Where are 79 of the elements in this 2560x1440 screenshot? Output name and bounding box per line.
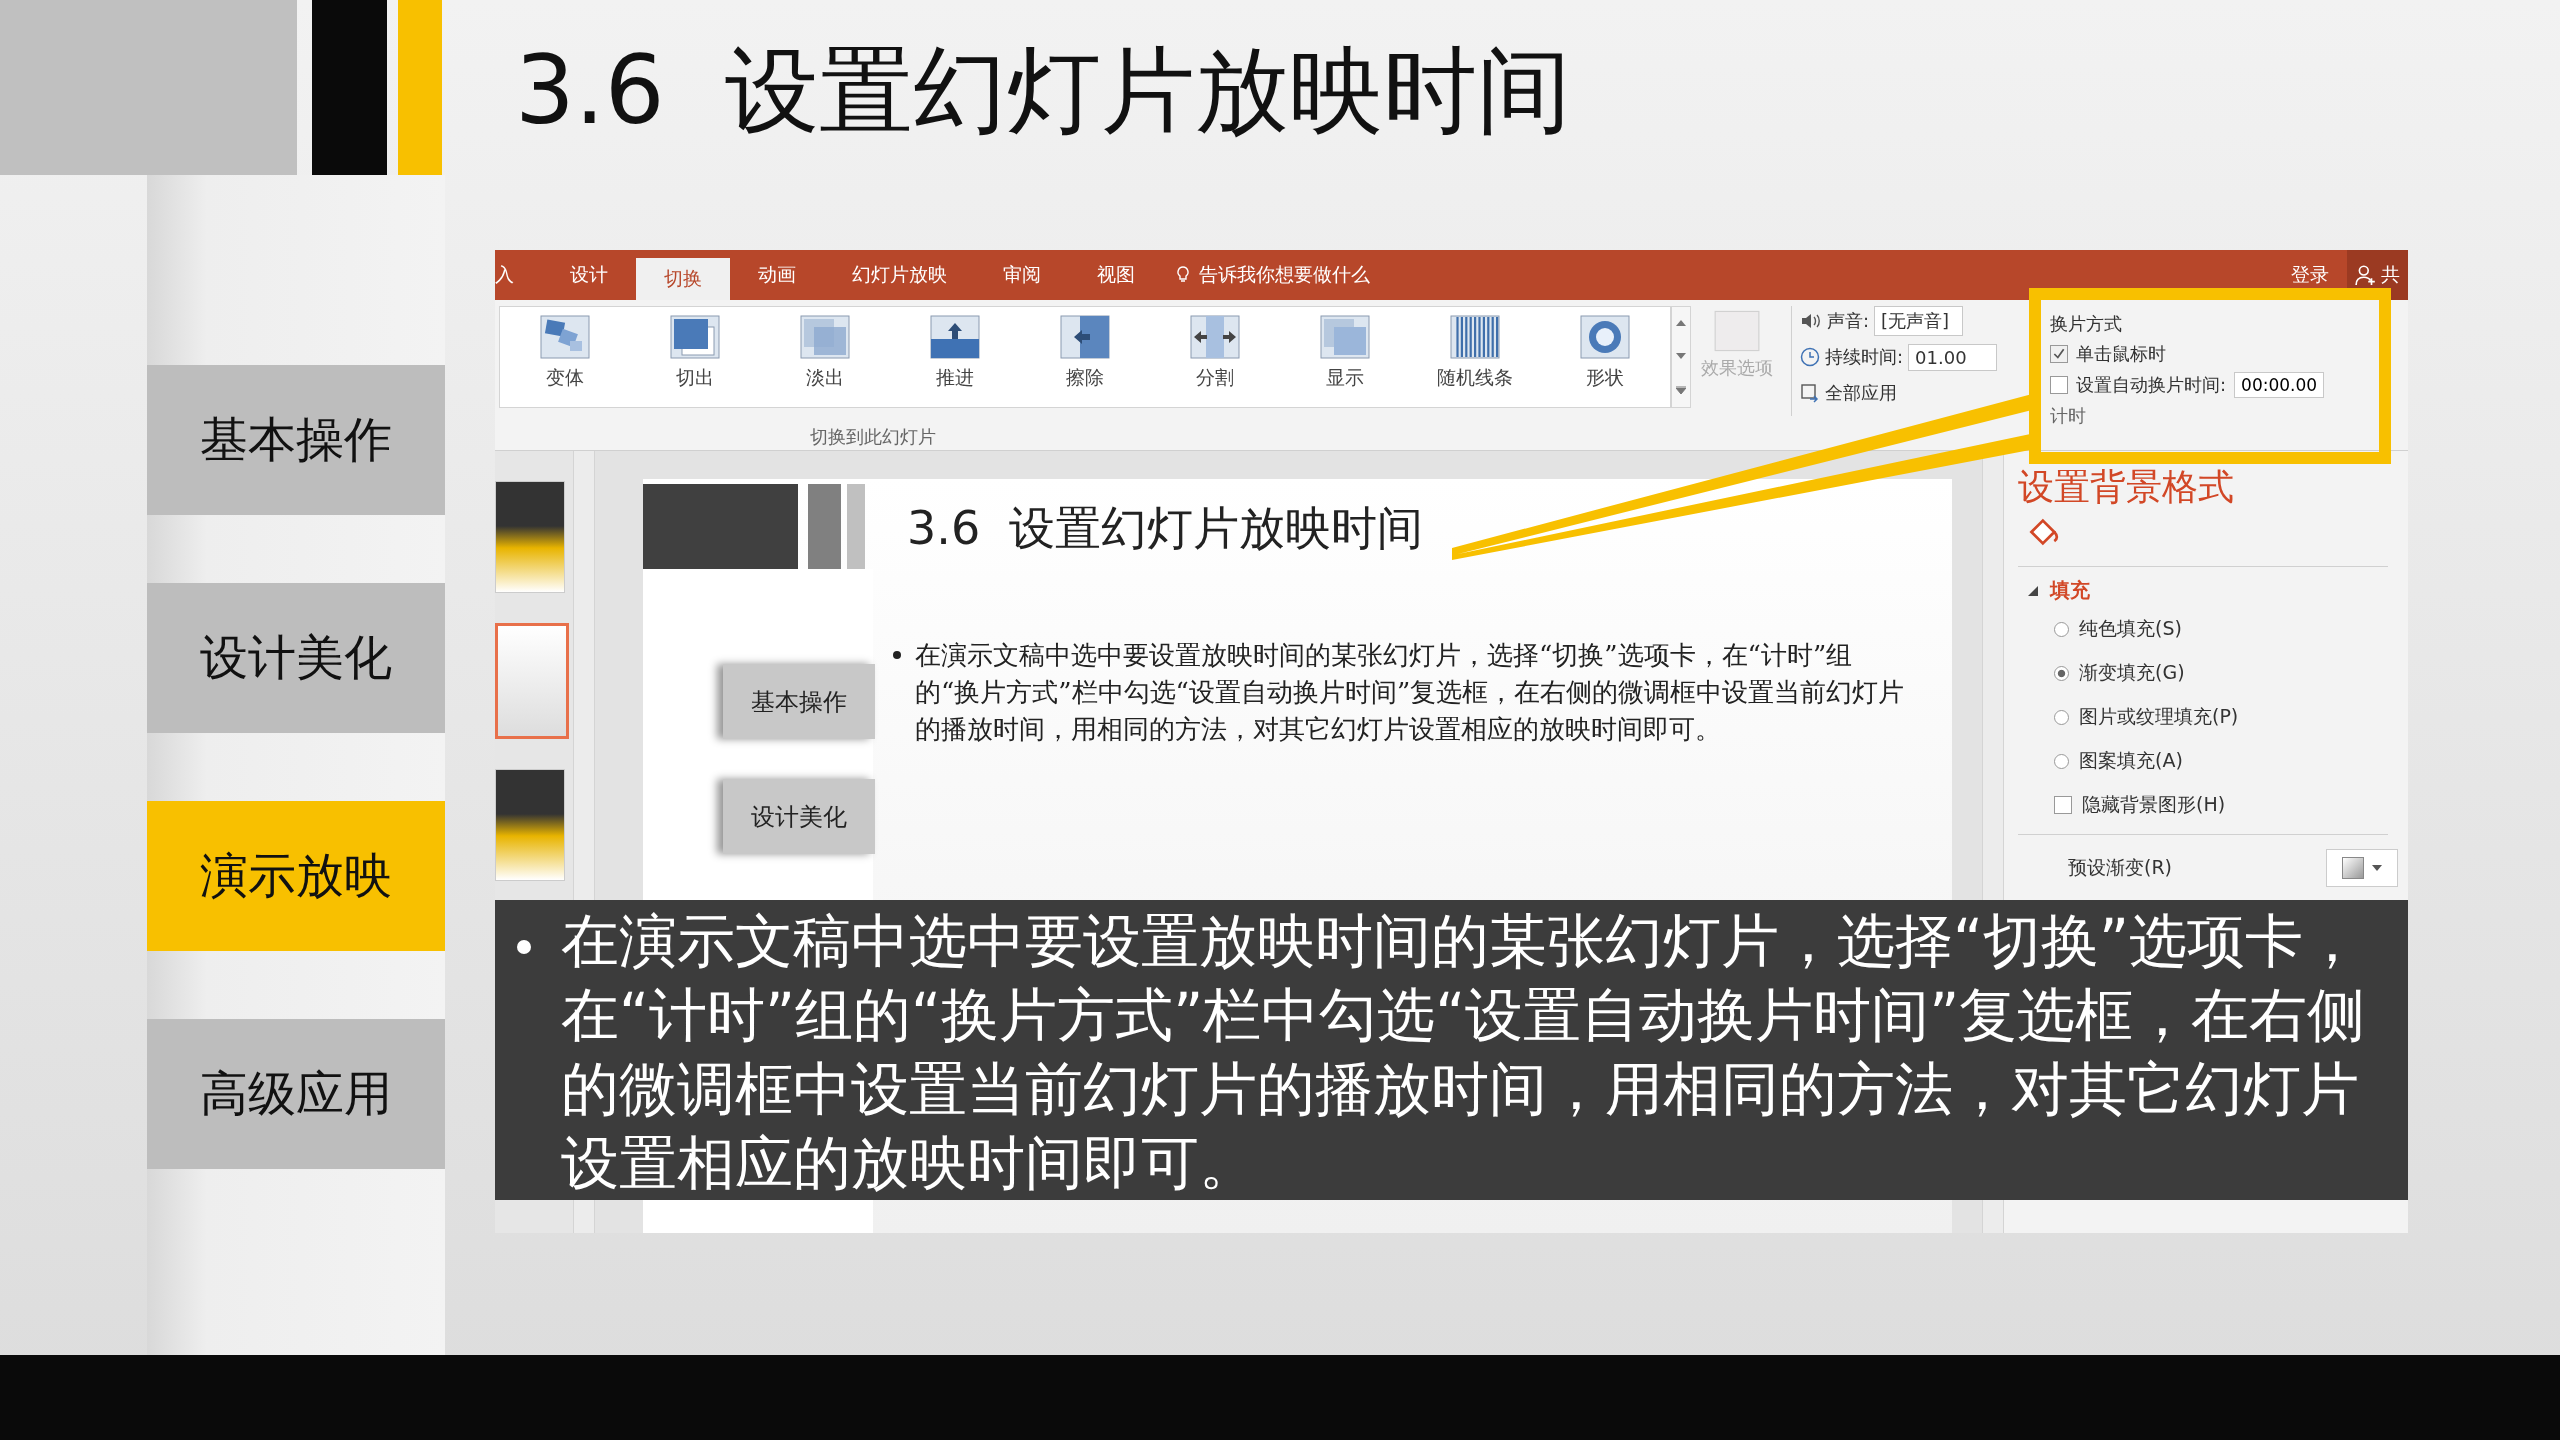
time-spinner[interactable]: 00:00.00 <box>2234 372 2325 398</box>
transition-button[interactable]: 显示 <box>1280 307 1410 407</box>
checkbox-label: 单击鼠标时 <box>2076 342 2166 366</box>
ribbon-tab[interactable]: 幻灯片放映 <box>824 250 975 300</box>
option-label: 隐藏背景图形(H) <box>2082 792 2226 817</box>
caret-icon <box>2372 865 2382 871</box>
ribbon-tab[interactable]: 设计 <box>542 250 636 300</box>
bullet-icon <box>893 651 901 659</box>
speaker-icon <box>1800 311 1822 331</box>
checkbox[interactable] <box>2050 345 2068 363</box>
option-label: 纯色填充(S) <box>2079 616 2182 641</box>
ribbon-tab[interactable]: 视图 <box>1069 250 1163 300</box>
group-label: 计时 <box>2050 404 2087 428</box>
sign-in-link[interactable]: 登录 <box>2291 262 2329 288</box>
duration-spinner[interactable]: 01.00 <box>1908 343 1998 371</box>
transition-button[interactable]: 切出 <box>630 307 760 407</box>
collapse-icon[interactable] <box>2028 585 2038 596</box>
push-transition-icon <box>930 315 980 359</box>
duration-label: 持续时间: <box>1825 345 1904 369</box>
section-heading[interactable]: 填充 <box>2050 577 2090 604</box>
radio-button[interactable] <box>2054 753 2069 769</box>
nav-button[interactable]: 高级应用 <box>147 1019 445 1169</box>
reveal-transition-icon <box>1320 315 1370 359</box>
ribbon-tab[interactable]: 入 <box>495 250 542 300</box>
bars-transition-icon <box>1450 315 1500 359</box>
sound-label: 声音: <box>1827 309 1870 333</box>
nav-button[interactable]: 设计美化 <box>147 583 445 733</box>
bullet-icon <box>517 940 531 954</box>
radio-button[interactable] <box>2054 709 2069 725</box>
nav-button[interactable]: 演示放映 <box>147 801 445 951</box>
checkbox-label: 设置自动换片时间: <box>2076 373 2227 397</box>
ribbon-tab[interactable]: 动画 <box>730 250 824 300</box>
transition-button[interactable]: 淡出 <box>760 307 890 407</box>
gradient-dropdown[interactable] <box>2326 849 2398 887</box>
transition-button[interactable]: 形状 <box>1540 307 1670 407</box>
ribbon-tab[interactable]: 审阅 <box>975 250 1069 300</box>
sound-dropdown[interactable]: [无声音] <box>1874 306 1964 336</box>
nav-button[interactable]: 基本操作 <box>147 365 445 515</box>
option-label: 渐变填充(G) <box>2079 660 2185 685</box>
shape-transition-icon <box>1580 315 1630 359</box>
checkbox[interactable] <box>2054 796 2072 814</box>
transition-button[interactable]: 分割 <box>1150 307 1280 407</box>
transition-button[interactable]: 随机线条 <box>1410 307 1540 407</box>
slide-paragraph: 在演示文稿中选中要设置放映时间的某张幻灯片，选择“切换”选项卡，在“计时”组的“换片方式”栏中勾选“设置自动换片时间”复选框，在右侧的微调框中设置当前幻灯片的播放时间，用相同的方法，对其它幻灯片设置相应的放映时间即可。 <box>915 639 1906 746</box>
wipe-transition-icon <box>1060 315 1110 359</box>
option-label: 预设渐变(R) <box>2068 855 2173 880</box>
transition-button[interactable]: 变体 <box>500 307 630 407</box>
advance-slide-label: 换片方式 <box>2050 312 2123 336</box>
checkbox[interactable] <box>2050 376 2068 394</box>
slide-title: 3.6 设置幻灯片放映时间 <box>907 500 1424 557</box>
fade-transition-icon <box>800 315 850 359</box>
morph-transition-icon <box>540 315 590 359</box>
radio-button[interactable] <box>2054 665 2069 681</box>
slide-thumbnail[interactable] <box>495 481 565 593</box>
effect-options-icon <box>1714 310 1760 352</box>
apply-all-icon <box>1800 383 1820 403</box>
more-icon[interactable] <box>1676 385 1686 394</box>
pane-title: 设置背景格式 <box>2018 465 2235 509</box>
cut-transition-icon <box>670 315 720 359</box>
lightbulb-icon <box>1175 265 1191 285</box>
radio-button[interactable] <box>2054 621 2069 637</box>
scroll-up-icon[interactable] <box>1676 320 1686 327</box>
transition-button[interactable]: 擦除 <box>1020 307 1150 407</box>
person-icon <box>2355 264 2377 286</box>
group-label: 切换到此幻灯片 <box>810 425 936 449</box>
tell-me-field[interactable]: 告诉我你想要做什么 <box>1199 262 1370 288</box>
slide-title: 3.6 设置幻灯片放映时间 <box>515 35 1571 147</box>
split-transition-icon <box>1190 315 1240 359</box>
apply-all-button[interactable]: 全部应用 <box>1825 381 1897 405</box>
slide-thumbnail[interactable] <box>495 623 569 739</box>
option-label: 图片或纹理填充(P) <box>2079 704 2239 729</box>
ribbon-tab[interactable]: 切换 <box>636 258 730 300</box>
caption-text: 在演示文稿中选中要设置放映时间的某张幻灯片，选择“切换”选项卡，在“计时”组的“换片方式”栏中勾选“设置自动换片时间”复选框，在右侧的微调框中设置当前幻灯片的播放时间，用相同的方法，对其它幻灯片设置相应的放映时间即可。 <box>561 906 2367 1199</box>
option-label: 图案填充(A) <box>2079 748 2183 773</box>
clock-icon <box>1800 347 1820 367</box>
slide-thumbnail[interactable] <box>495 769 565 881</box>
transition-button[interactable]: 推进 <box>890 307 1020 407</box>
scroll-down-icon[interactable] <box>1676 353 1686 359</box>
gallery-scrollbar[interactable] <box>1671 306 1691 408</box>
